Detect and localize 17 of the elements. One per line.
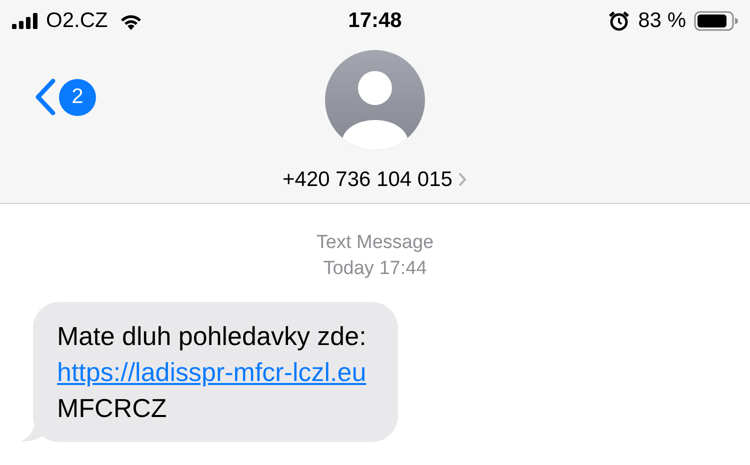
clock-time: 17:48 <box>348 8 402 34</box>
message-text: Mate dluh pohledavky zde: <box>57 320 366 353</box>
message-timestamp: Today 17:44 <box>323 257 427 281</box>
service-label: Text Message <box>316 231 434 255</box>
chevron-right-icon <box>458 172 468 188</box>
unread-badge: 2 <box>59 78 96 116</box>
back-button[interactable]: 2 <box>33 78 96 116</box>
alarm-icon <box>608 10 630 32</box>
battery-icon <box>694 11 738 31</box>
carrier-name: O2.CZ <box>46 8 108 34</box>
signal-icon <box>12 13 38 29</box>
wifi-icon <box>120 12 142 30</box>
message-text: MFCRCZ <box>57 392 167 425</box>
contact-number[interactable]: +420 736 104 015 <box>282 164 468 196</box>
battery-percent: 83 % <box>638 8 686 34</box>
back-chevron-icon <box>33 78 57 116</box>
message-link[interactable]: https://ladisspr-mfcr-lczl.eu <box>57 354 366 390</box>
